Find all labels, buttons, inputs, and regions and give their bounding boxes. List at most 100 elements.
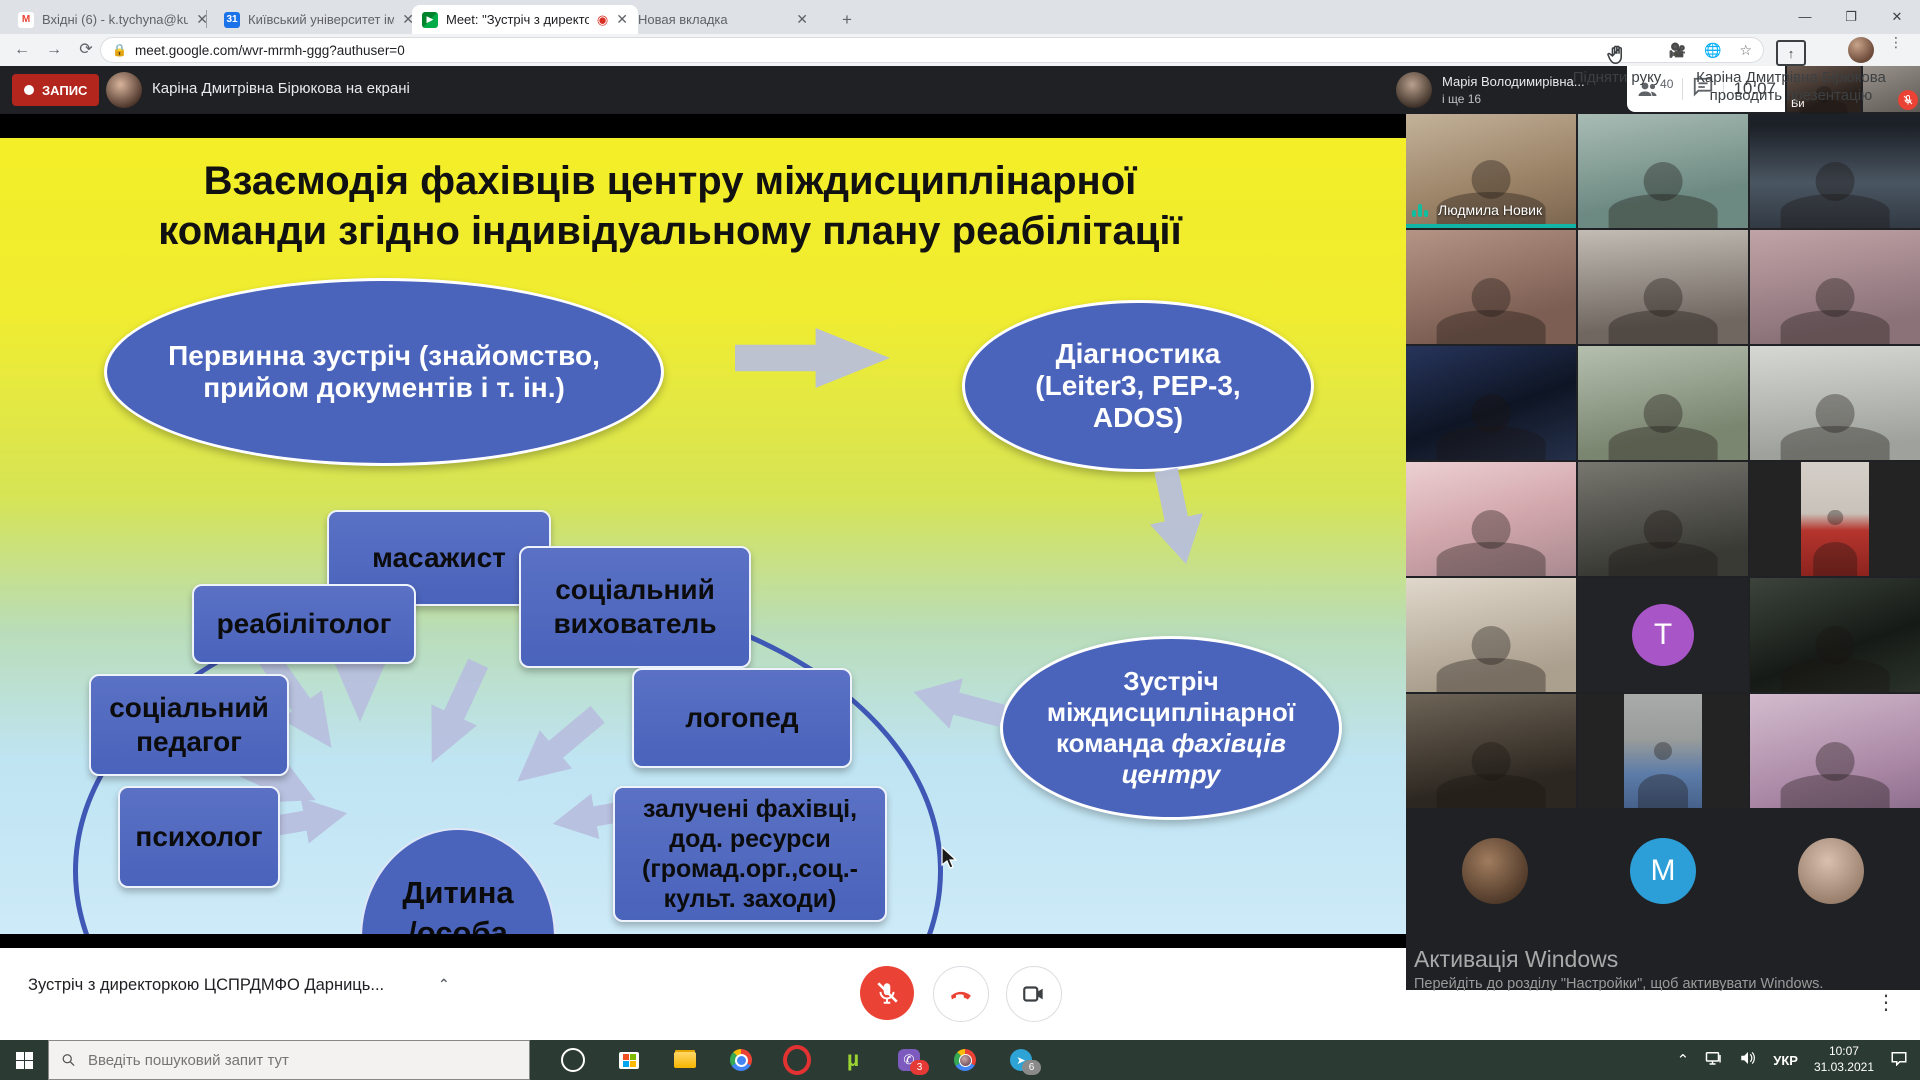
participant-video[interactable] (1750, 230, 1920, 344)
person-silhouette (1609, 510, 1718, 576)
participant-video[interactable] (1406, 346, 1576, 460)
participant-video[interactable]: Людмила Новик (1406, 114, 1576, 228)
utorrent-icon[interactable]: µ (825, 1040, 881, 1080)
person-silhouette (1638, 742, 1688, 808)
action-center-icon[interactable] (1890, 1050, 1908, 1071)
participant-video[interactable] (1406, 230, 1576, 344)
mic-off-icon (874, 980, 900, 1006)
calendar-icon: 31 (224, 12, 240, 28)
box-psychologist: психолог (118, 786, 280, 888)
raise-hand-label: Підняти руку (1573, 69, 1662, 86)
participant-letter-avatar[interactable]: M (1630, 838, 1696, 904)
node-team-meeting-label: Зустріч міждисциплінарної команда фахівц… (1033, 666, 1309, 790)
slide-title: Взаємодія фахівців центру міждисциплінар… (0, 156, 1340, 256)
arrow-right-icon (735, 328, 890, 388)
mic-mute-button[interactable] (860, 966, 914, 1020)
camera-button[interactable] (1006, 966, 1062, 1022)
participant-avatar-tile[interactable]: T (1578, 578, 1748, 692)
participant-grid: Людмила Новик T M (1406, 114, 1920, 990)
person-silhouette (1813, 510, 1857, 576)
box-rehab-label: реабілітолог (217, 607, 392, 641)
participant-video[interactable] (1406, 694, 1576, 808)
person-silhouette (1781, 742, 1890, 808)
reload-icon[interactable]: ⟳ (74, 38, 98, 62)
participant-video[interactable] (1750, 578, 1920, 692)
person-silhouette (1609, 278, 1718, 344)
tab-title: Meet: "Зустріч з директорко (446, 12, 589, 27)
participant-video[interactable] (1750, 114, 1920, 228)
store-icon[interactable] (601, 1040, 657, 1080)
presenter-banner: Каріна Дмитрівна Бірюкова на екрані (152, 80, 410, 97)
viber-badge: 3 (910, 1060, 929, 1075)
cortana-icon[interactable] (545, 1040, 601, 1080)
network-icon[interactable] (1705, 1050, 1723, 1071)
mouse-cursor (940, 846, 962, 870)
back-icon[interactable]: ← (10, 38, 34, 62)
participant-video[interactable] (1750, 346, 1920, 460)
participant-video[interactable] (1750, 462, 1920, 576)
opera-icon[interactable] (769, 1040, 825, 1080)
tab-gmail[interactable]: M Вхідні (6) - k.tychyna@kubg.edu ✕ (8, 5, 218, 34)
avatar-letter: T (1632, 604, 1694, 666)
recording-dot-icon (24, 85, 34, 95)
viber-icon[interactable]: ✆ 3 (881, 1040, 937, 1080)
pinned-participant-avatar[interactable] (1396, 72, 1432, 108)
more-options-icon[interactable]: ⋮ (1876, 990, 1896, 1015)
participant-video[interactable] (1406, 578, 1576, 692)
forward-icon[interactable]: → (42, 38, 66, 62)
participant-video[interactable] (1406, 462, 1576, 576)
box-social-pedagogue-label: соціальний педагог (85, 691, 293, 758)
presentation-area: Взаємодія фахівців центру міждисциплінар… (0, 114, 1406, 948)
tab-newtab[interactable]: Новая вкладка ✕ (628, 5, 818, 34)
tab-recording-icon: ◉ (597, 12, 608, 28)
close-icon[interactable]: ✕ (616, 11, 628, 28)
participant-video[interactable] (1578, 694, 1748, 808)
slide-title-line1: Взаємодія фахівців центру міждисциплінар… (0, 156, 1340, 206)
tray-time: 10:07 (1829, 1044, 1859, 1058)
participant-photo-avatar[interactable] (1798, 838, 1864, 904)
raise-hand-button[interactable]: Підняти руку (1552, 44, 1682, 86)
person-silhouette (1437, 626, 1546, 692)
presenting-line1: Каріна Дмитрівна Бірюкова (1696, 69, 1886, 86)
participant-video[interactable] (1750, 694, 1920, 808)
window-close-button[interactable]: ✕ (1874, 0, 1920, 34)
meeting-name[interactable]: Зустріч з директоркою ЦСПРДМФО Дарниць..… (28, 976, 384, 995)
taskbar-search[interactable] (48, 1040, 530, 1080)
telegram-icon[interactable]: ➤ 6 (993, 1040, 1049, 1080)
tab-divider (206, 10, 207, 28)
window-minimize-button[interactable]: — (1782, 0, 1828, 34)
search-input[interactable] (86, 1051, 517, 1070)
box-social-pedagogue: соціальний педагог (89, 674, 289, 776)
tray-chevron-icon[interactable]: ⌃ (1677, 1051, 1690, 1069)
node-diagnostics: Діагностика (Leiter3, PEP-3, ADOS) (962, 300, 1314, 472)
start-button[interactable] (0, 1040, 48, 1080)
browser-tab-strip: M Вхідні (6) - k.tychyna@kubg.edu ✕ 31 К… (0, 0, 1920, 34)
participant-photo-avatar[interactable] (1462, 838, 1528, 904)
new-tab-button[interactable]: + (836, 9, 858, 31)
window-maximize-button[interactable]: ❐ (1828, 0, 1874, 34)
tab-calendar[interactable]: 31 Київський університет імені Бор ✕ (214, 5, 424, 34)
recording-label: ЗАПИС (42, 83, 87, 98)
participant-video[interactable] (1578, 462, 1748, 576)
participant-video[interactable] (1578, 230, 1748, 344)
chrome-icon[interactable] (713, 1040, 769, 1080)
telegram-badge: 6 (1022, 1060, 1041, 1075)
chrome-profile-icon[interactable] (937, 1040, 993, 1080)
tab-meet-active[interactable]: ▶ Meet: "Зустріч з директорко ◉ ✕ (412, 5, 638, 34)
close-icon[interactable]: ✕ (796, 11, 808, 28)
file-explorer-icon[interactable] (657, 1040, 713, 1080)
chevron-up-icon[interactable]: ⌃ (438, 976, 450, 993)
language-indicator[interactable]: УКР (1773, 1053, 1798, 1068)
lock-icon: 🔒 (112, 43, 127, 57)
participant-video[interactable] (1578, 346, 1748, 460)
volume-icon[interactable] (1739, 1050, 1757, 1071)
participant-video[interactable] (1578, 114, 1748, 228)
gmail-icon: M (18, 12, 34, 28)
leave-call-button[interactable] (933, 966, 989, 1022)
arrow-down-icon (1140, 464, 1213, 569)
box-social-tutor: соціальний вихователь (519, 546, 751, 668)
address-bar[interactable]: 🔒 meet.google.com/wvr-mrmh-ggg?authuser=… (100, 37, 1764, 63)
nameplate: Людмила Новик (1412, 202, 1542, 218)
tray-clock[interactable]: 10:07 31.03.2021 (1814, 1044, 1874, 1075)
browser-menu-icon[interactable]: ⋮ (1888, 38, 1904, 46)
